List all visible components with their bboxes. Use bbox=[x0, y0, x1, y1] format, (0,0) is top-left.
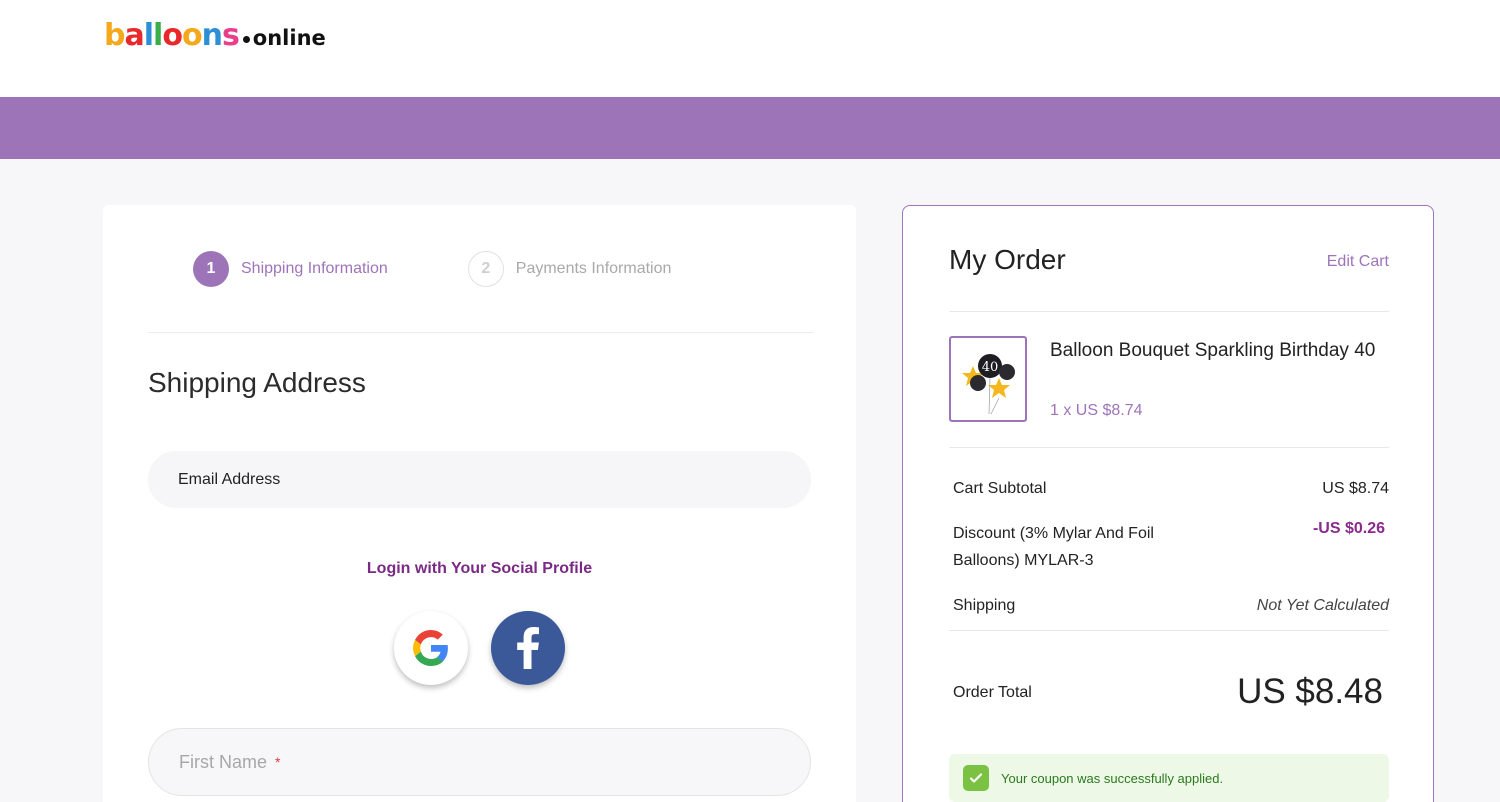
product-qty-price: 1 x US $8.74 bbox=[1050, 402, 1143, 419]
first-name-input[interactable]: First Name * bbox=[148, 728, 811, 796]
product-thumbnail[interactable]: 40 bbox=[949, 336, 1027, 422]
discount-label: Discount (3% Mylar And Foil Balloons) MY… bbox=[953, 525, 1154, 569]
divider bbox=[949, 311, 1389, 312]
site-logo[interactable]: balloons online bbox=[104, 18, 326, 54]
check-icon bbox=[963, 765, 989, 791]
shipping-form-card: 1 Shipping Information 2 Payments Inform… bbox=[103, 205, 856, 802]
step-shipping-information[interactable]: 1 Shipping Information bbox=[193, 251, 388, 287]
discount-value: -US $0.26 bbox=[1312, 520, 1385, 537]
divider bbox=[148, 332, 814, 333]
shipping-row: Shipping Not Yet Calculated bbox=[953, 597, 1389, 615]
google-icon bbox=[413, 630, 448, 666]
coupon-message-text: Your coupon was successfully applied. bbox=[1001, 770, 1224, 786]
site-header: balloons online bbox=[0, 0, 1500, 97]
step-payments-information[interactable]: 2 Payments Information bbox=[467, 251, 672, 287]
balloon-bouquet-image: 40 bbox=[962, 354, 1015, 415]
subtotal-label: Cart Subtotal bbox=[953, 480, 1047, 497]
first-name-placeholder: First Name bbox=[179, 751, 268, 772]
google-login-button[interactable] bbox=[394, 611, 468, 685]
purple-banner bbox=[0, 97, 1500, 159]
logo-wordmark: balloons bbox=[104, 18, 240, 53]
subtotal-value: US $8.74 bbox=[1322, 480, 1389, 497]
step-label: Shipping Information bbox=[241, 260, 388, 277]
thumb-number: 40 bbox=[982, 360, 999, 375]
shipping-label: Shipping bbox=[953, 597, 1016, 614]
order-summary-card: My Order Edit Cart 40 Balloon Bouquet Sp… bbox=[902, 205, 1434, 802]
order-total-value: US $8.48 bbox=[1237, 672, 1383, 711]
subtotal-row: Cart Subtotal US $8.74 bbox=[953, 480, 1389, 498]
facebook-login-button[interactable] bbox=[491, 611, 565, 685]
divider bbox=[949, 630, 1389, 631]
discount-row: Discount (3% Mylar And Foil Balloons) MY… bbox=[953, 520, 1389, 574]
checkout-steps: 1 Shipping Information 2 Payments Inform… bbox=[193, 251, 751, 287]
product-name[interactable]: Balloon Bouquet Sparkling Birthday 40 bbox=[1050, 336, 1390, 366]
edit-cart-link[interactable]: Edit Cart bbox=[1327, 253, 1389, 271]
order-title: My Order bbox=[949, 244, 1066, 275]
shipping-value: Not Yet Calculated bbox=[1256, 597, 1389, 614]
required-mark: * bbox=[275, 754, 281, 770]
step-label: Payments Information bbox=[515, 260, 672, 277]
section-title: Shipping Address bbox=[148, 367, 366, 398]
coupon-success-message: Your coupon was successfully applied. bbox=[949, 754, 1389, 802]
email-input[interactable]: Email Address bbox=[148, 451, 811, 508]
social-login-title: Login with Your Social Profile bbox=[366, 560, 593, 577]
logo-dot bbox=[242, 35, 250, 43]
divider bbox=[949, 447, 1389, 448]
order-total-label: Order Total bbox=[953, 684, 1032, 701]
step-number: 2 bbox=[467, 251, 504, 287]
logo-online-text: online bbox=[252, 26, 326, 50]
facebook-icon bbox=[517, 627, 539, 669]
step-number: 1 bbox=[193, 251, 229, 287]
